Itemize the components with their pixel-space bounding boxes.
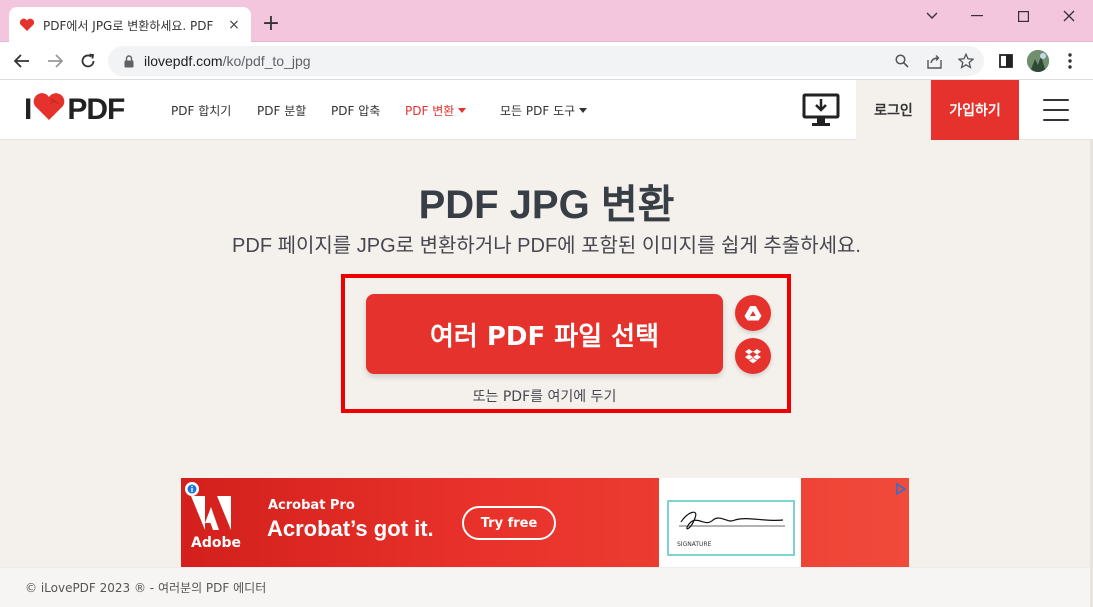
nav-item-convert[interactable]: PDF 변환 — [405, 102, 467, 119]
nav-label: PDF 압축 — [331, 104, 381, 118]
browser-tab-strip: PDF에서 JPG로 변환하세요. PDF × + — [0, 0, 1093, 43]
new-tab-button[interactable]: + — [259, 12, 283, 36]
forward-arrow-icon[interactable] — [42, 48, 68, 74]
url-host: ilovepdf.com — [144, 53, 223, 69]
page-subtitle: PDF 페이지를 JPG로 변환하거나 PDF에 포함된 이미지를 쉽게 추출하… — [232, 235, 861, 257]
url-path: /ko/pdf_to_jpg — [222, 53, 311, 69]
ilovepdf-logo[interactable]: I PDF — [24, 91, 125, 129]
browser-tab[interactable]: PDF에서 JPG로 변환하세요. PDF × — [9, 7, 251, 43]
drop-zone-hint: 또는 PDF를 여기에 두기 — [472, 389, 617, 405]
nav-label: PDF 변환 — [405, 104, 455, 118]
share-icon[interactable] — [924, 51, 944, 71]
google-drive-icon[interactable] — [735, 295, 771, 331]
nav-item-split[interactable]: PDF 분할 — [257, 102, 306, 119]
tab-title: PDF에서 JPG로 변환하세요. PDF — [43, 18, 214, 33]
zoom-search-icon[interactable] — [892, 51, 912, 71]
site-footer: © iLovePDF 2023 ® - 여러분의 PDF 에디터 — [0, 567, 1093, 607]
select-pdf-files-button[interactable]: 여러 PDF 파일 선택 — [366, 294, 723, 374]
ad-product-name: Acrobat Pro — [268, 498, 355, 513]
lock-icon — [122, 54, 136, 68]
kebab-menu-icon[interactable] — [1059, 50, 1081, 72]
advertisement-banner[interactable]: Adobe Acrobat Pro Acrobat’s got it. Try … — [181, 478, 909, 568]
heart-logo-icon — [32, 91, 66, 129]
address-bar[interactable]: ilovepdf.com/ko/pdf_to_jpg — [108, 46, 984, 76]
nav-label: PDF 분할 — [257, 104, 307, 118]
nav-item-all-tools[interactable]: 모든 PDF 도구 — [500, 102, 588, 119]
nav-item-merge[interactable]: PDF 합치기 — [171, 102, 231, 119]
desktop-download-icon[interactable] — [801, 92, 841, 128]
profile-avatar[interactable] — [1027, 50, 1049, 72]
close-window-icon[interactable] — [1046, 4, 1092, 28]
tab-close-icon[interactable]: × — [225, 16, 243, 34]
nav-label: 모든 PDF 도구 — [500, 104, 576, 118]
hamburger-menu-icon[interactable] — [1043, 99, 1069, 121]
maximize-icon[interactable] — [1000, 4, 1046, 28]
url-text: ilovepdf.com/ko/pdf_to_jpg — [144, 53, 311, 69]
signature-box: SIGNATURE — [667, 500, 795, 556]
minimize-icon[interactable] — [954, 4, 1000, 28]
logo-text-right: PDF — [67, 93, 125, 126]
heart-favicon-icon — [19, 17, 35, 33]
signature-label: SIGNATURE — [677, 541, 712, 548]
signup-button[interactable]: 가입하기 — [931, 80, 1019, 140]
ad-info-icon[interactable] — [185, 482, 199, 496]
caret-down-icon — [458, 108, 467, 113]
page-title: PDF JPG 변환 — [418, 183, 675, 227]
logo-text-left: I — [24, 93, 32, 126]
bookmark-star-icon[interactable] — [956, 51, 976, 71]
ad-brand: Adobe — [191, 535, 241, 551]
nav-item-compress[interactable]: PDF 압축 — [331, 102, 380, 119]
side-panel-icon[interactable] — [995, 50, 1017, 72]
site-header: I PDF PDF 합치기 PDF 분할 PDF 압축 PDF 변환 모든 PD… — [0, 80, 1093, 140]
reload-icon[interactable] — [75, 48, 101, 74]
login-button[interactable]: 로그인 — [856, 80, 931, 140]
nav-label: PDF 합치기 — [171, 104, 232, 118]
dropbox-icon[interactable] — [735, 338, 771, 374]
ad-choices-icon[interactable] — [895, 480, 907, 496]
browser-toolbar: ilovepdf.com/ko/pdf_to_jpg — [0, 42, 1093, 80]
back-arrow-icon[interactable] — [9, 48, 35, 74]
ad-headline: Acrobat’s got it. — [267, 516, 434, 541]
tab-search-chevron-icon[interactable] — [909, 4, 955, 28]
footer-copyright: © iLovePDF 2023 ® - 여러분의 PDF 에디터 — [25, 581, 267, 595]
ad-signature-document: SIGNATURE — [659, 478, 801, 568]
caret-down-icon — [579, 108, 588, 113]
ad-try-free-button[interactable]: Try free — [462, 506, 556, 540]
